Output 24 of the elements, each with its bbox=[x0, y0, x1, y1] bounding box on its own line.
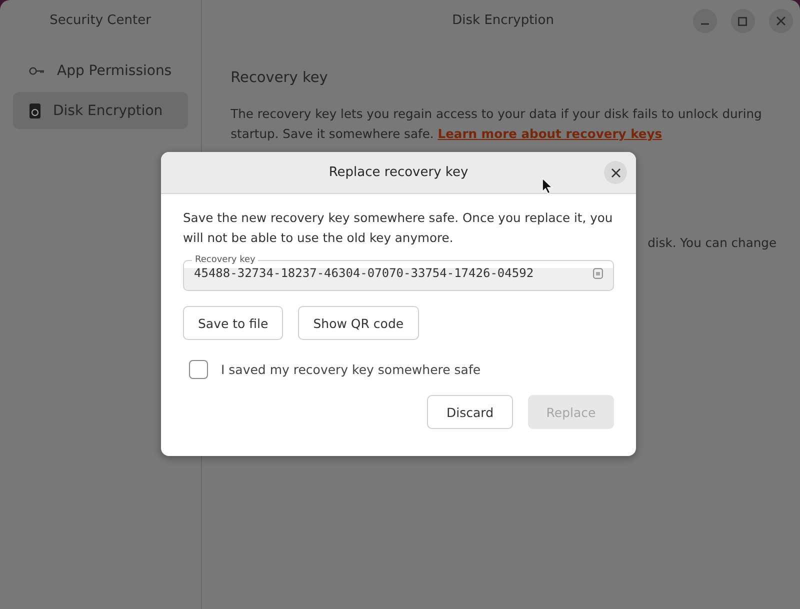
maximize-icon bbox=[738, 16, 748, 26]
checkbox-label[interactable]: I saved my recovery key somewhere safe bbox=[221, 362, 481, 377]
dialog-close-button[interactable] bbox=[604, 161, 627, 184]
action-button[interactable]: Save to file bbox=[183, 306, 284, 340]
dialog-title: Replace recovery key bbox=[328, 165, 468, 180]
dialog-message: Save the new recovery key somewhere safe. Once you replace it, you will not be able to use the old key anymore. bbox=[183, 210, 614, 247]
description-text: The recovery key lets you regain access to your data if your disk fails to unlock during startup. Save it somewhere safe. Learn more about recovery keys bbox=[230, 106, 763, 143]
close-button[interactable] bbox=[768, 9, 793, 33]
maximize-button[interactable] bbox=[730, 9, 755, 33]
close-icon bbox=[776, 16, 786, 26]
partial-text: disk. You can change bbox=[648, 236, 777, 250]
recovery-key-value[interactable]: 45488-32734-18237-46304-07070-33754-17426-04592 bbox=[194, 266, 593, 280]
minimize-button[interactable] bbox=[692, 9, 717, 33]
window-title: Disk Encryption bbox=[452, 12, 554, 28]
close-icon bbox=[610, 168, 620, 178]
dialog-button[interactable]: Discard bbox=[427, 395, 513, 429]
pointer-icon bbox=[542, 178, 553, 194]
key-icon bbox=[29, 66, 45, 76]
section-title: Recovery key bbox=[230, 70, 329, 86]
action-button[interactable]: Show QR code bbox=[298, 306, 419, 340]
recovery-key-field[interactable]: Recovery key 45488-32734-18237-46304-07070-33754-17426-04592 bbox=[183, 254, 614, 291]
sidebar-title: Security Center bbox=[50, 12, 151, 28]
copy-icon[interactable] bbox=[593, 268, 603, 278]
checkbox[interactable] bbox=[189, 360, 208, 379]
